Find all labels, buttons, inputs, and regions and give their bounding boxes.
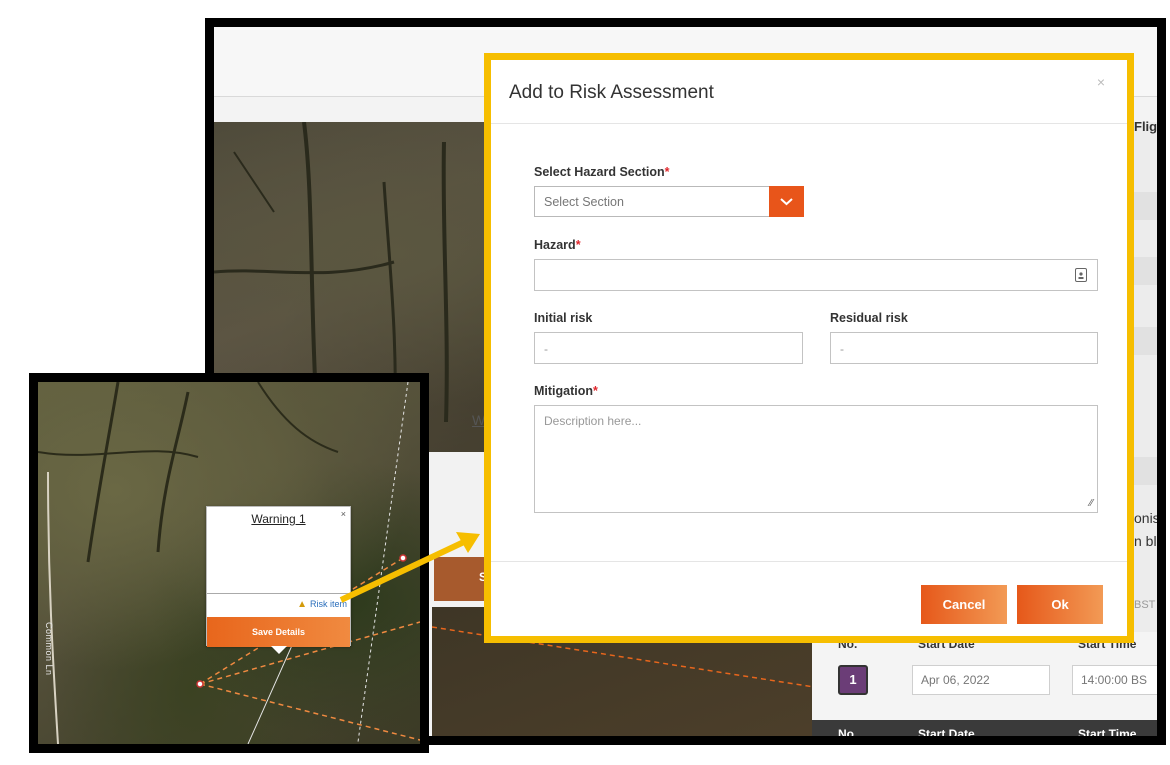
background-text-bst: BST: [1134, 599, 1156, 611]
hazard-input[interactable]: [534, 259, 1098, 291]
background-text-onis: onis: [1134, 510, 1160, 526]
required-marker: *: [593, 384, 598, 398]
risk-item-link[interactable]: ▲ Risk item: [297, 599, 347, 610]
table2-header-start-date: Start Date: [918, 727, 975, 741]
schedule-table: No. Start Date Start Time 1 Apr 06, 2022…: [812, 632, 1157, 741]
mitigation-textarea[interactable]: Description here... ⁄⁄: [534, 405, 1098, 513]
close-icon[interactable]: ×: [1097, 74, 1105, 90]
popup-divider: [207, 593, 350, 594]
hazard-label-text: Hazard: [534, 238, 576, 252]
mitigation-label: Mitigation*: [534, 384, 598, 398]
resize-handle-icon[interactable]: ⁄⁄: [1090, 498, 1093, 509]
hazard-section-label: Select Hazard Section*: [534, 165, 669, 179]
contact-card-icon[interactable]: [1075, 268, 1087, 282]
required-marker: *: [575, 238, 581, 252]
map-zoom-inset: Common Ln Warning 1 × ▲ Risk item Save De…: [29, 373, 429, 753]
required-marker: *: [664, 165, 670, 179]
ok-button[interactable]: Ok: [1017, 585, 1103, 624]
warning-triangle-icon: ▲: [297, 599, 307, 610]
warning-popup-title[interactable]: Warning 1: [207, 512, 350, 526]
residual-risk-label: Residual risk: [830, 311, 908, 325]
hazard-section-label-text: Select Hazard Section: [534, 165, 665, 179]
warning-popup: Warning 1 × ▲ Risk item Save Details: [206, 506, 351, 647]
mitigation-placeholder: Description here...: [544, 414, 642, 428]
start-date-cell[interactable]: Apr 06, 2022: [912, 665, 1050, 695]
table-second-header: No. Start Date Start Time: [812, 720, 1157, 741]
road-label: Common Ln: [44, 622, 54, 676]
modal-header: Add to Risk Assessment ×: [491, 60, 1127, 124]
close-icon[interactable]: ×: [341, 509, 346, 519]
row-number-badge[interactable]: 1: [838, 665, 868, 695]
start-time-cell[interactable]: 14:00:00 BS: [1072, 665, 1157, 695]
modal-title: Add to Risk Assessment: [509, 82, 714, 103]
background-text-nbl: n bl: [1134, 533, 1157, 549]
hazard-section-select[interactable]: Select Section: [534, 186, 804, 217]
chevron-down-icon[interactable]: [769, 186, 804, 217]
residual-risk-input[interactable]: -: [830, 332, 1098, 364]
mitigation-label-text: Mitigation: [534, 384, 594, 398]
hazard-section-selected-value: Select Section: [544, 195, 624, 209]
table2-header-no: No.: [838, 727, 858, 741]
add-to-risk-assessment-modal: Add to Risk Assessment × Select Hazard S…: [484, 53, 1134, 643]
cancel-button[interactable]: Cancel: [921, 585, 1007, 624]
initial-risk-label: Initial risk: [534, 311, 593, 325]
initial-risk-input[interactable]: -: [534, 332, 803, 364]
background-flight-text: Fligh: [1134, 119, 1166, 134]
modal-footer: Cancel Ok: [491, 561, 1127, 641]
save-details-button[interactable]: Save Details: [207, 617, 350, 647]
risk-item-label: Risk item: [309, 599, 347, 609]
table2-header-start-time: Start Time: [1078, 727, 1137, 741]
residual-risk-placeholder: -: [840, 342, 844, 356]
popup-pointer: [271, 646, 287, 654]
hazard-label: Hazard*: [534, 238, 581, 252]
initial-risk-placeholder: -: [544, 342, 548, 356]
